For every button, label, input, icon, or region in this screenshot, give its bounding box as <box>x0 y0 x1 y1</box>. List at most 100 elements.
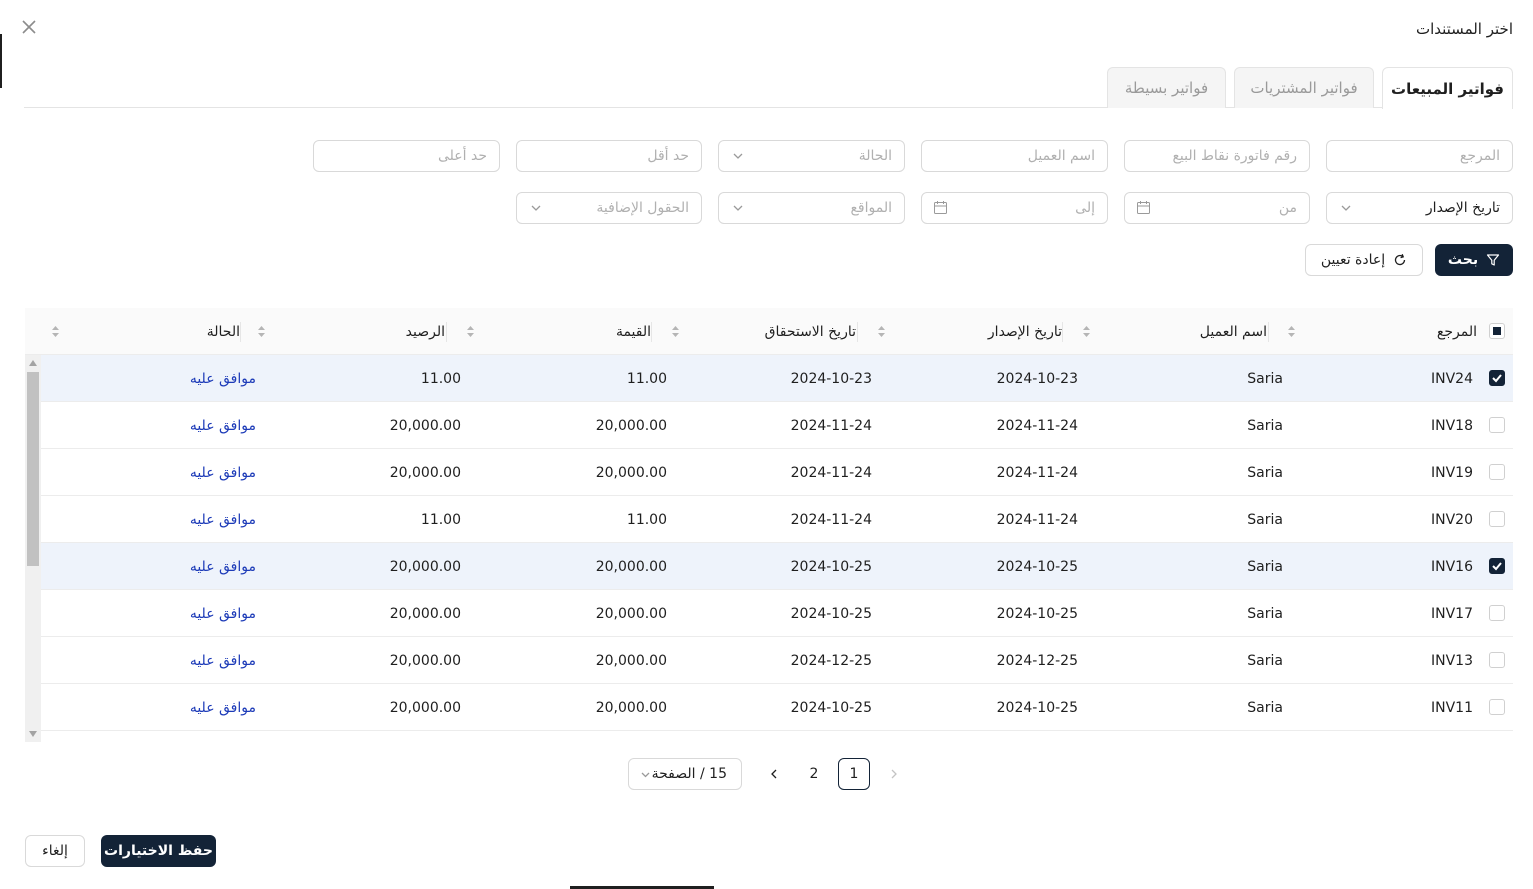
row-checkbox[interactable] <box>1489 558 1505 574</box>
scroll-down-icon[interactable] <box>29 731 37 737</box>
dialog-title: اختر المستندات <box>1415 20 1513 38</box>
select-all-checkbox[interactable] <box>1489 323 1505 339</box>
cell-amount: 20,000.00 <box>595 605 667 622</box>
reference-input[interactable]: المرجع <box>1326 140 1513 172</box>
scrollbar-thumb[interactable] <box>27 372 39 566</box>
column-separator <box>1268 308 1269 355</box>
row-checkbox[interactable] <box>1489 699 1505 715</box>
select-documents-dialog: اختر المستندات فواتير المبيعات فواتير ال… <box>0 0 1533 889</box>
column-separator <box>1062 308 1063 355</box>
cell-status-link[interactable]: موافق عليه <box>190 496 256 543</box>
customer-name-input[interactable]: اسم العميل <box>921 140 1108 172</box>
cancel-button[interactable]: إلغاء <box>25 835 85 867</box>
chevron-down-icon <box>531 205 541 211</box>
column-header-balance[interactable]: الرصيد <box>257 308 445 355</box>
refresh-icon <box>1395 253 1406 266</box>
cell-amount: 20,000.00 <box>595 699 667 716</box>
date-to-input[interactable]: إلى <box>921 192 1108 224</box>
table-row[interactable]: INV19 Saria 2024-11-24 2024-11-24 20,000… <box>41 449 1513 496</box>
cell-amount: 20,000.00 <box>595 417 667 434</box>
extra-fields-select[interactable]: الحقول الإضافية <box>516 192 702 224</box>
cell-amount: 11.00 <box>626 511 667 528</box>
cell-customer: Saria <box>1247 464 1283 481</box>
date-from-input[interactable]: من <box>1124 192 1310 224</box>
cell-issue-date: 2024-10-25 <box>996 605 1078 622</box>
cell-status-link[interactable]: موافق عليه <box>190 543 256 590</box>
cell-due-date: 2024-10-25 <box>790 605 872 622</box>
cell-status-link[interactable]: موافق عليه <box>190 449 256 496</box>
cell-customer: Saria <box>1247 605 1283 622</box>
table-row[interactable]: INV11 Saria 2024-10-25 2024-10-25 20,000… <box>41 684 1513 731</box>
cell-issue-date: 2024-11-24 <box>996 417 1078 434</box>
column-header-reference[interactable]: المرجع <box>1287 308 1477 355</box>
search-button[interactable]: بحث <box>1435 244 1513 276</box>
calendar-icon <box>934 201 947 214</box>
cell-status-link[interactable]: موافق عليه <box>190 402 256 449</box>
tab-sales-invoices[interactable]: فواتير المبيعات <box>1382 67 1513 109</box>
calendar-icon <box>1137 201 1150 214</box>
locations-select[interactable]: المواقع <box>718 192 905 224</box>
min-amount-input[interactable]: حد أقل <box>516 140 702 172</box>
table-row[interactable]: INV24 Saria 2024-10-23 2024-10-23 11.00 … <box>41 355 1513 402</box>
row-checkbox[interactable] <box>1489 652 1505 668</box>
row-checkbox[interactable] <box>1489 511 1505 527</box>
cell-issue-date: 2024-11-24 <box>996 464 1078 481</box>
pagination-page-1[interactable]: 1 <box>838 758 870 790</box>
date-from-placeholder: من <box>1278 200 1297 216</box>
pagination-next-icon[interactable] <box>768 768 780 780</box>
check-icon <box>1492 374 1502 383</box>
row-checkbox[interactable] <box>1489 605 1505 621</box>
locations-placeholder: المواقع <box>850 200 892 216</box>
column-header-issue-date[interactable]: تاريخ الإصدار <box>877 308 1062 355</box>
cell-status-link[interactable]: موافق عليه <box>190 590 256 637</box>
column-separator <box>240 308 241 355</box>
cell-status-link[interactable]: موافق عليه <box>190 355 256 402</box>
filter-icon <box>1486 254 1500 266</box>
date-type-select[interactable]: تاريخ الإصدار <box>1326 192 1513 224</box>
column-header-customer[interactable]: اسم العميل <box>1082 308 1267 355</box>
table-row[interactable]: INV13 Saria 2024-12-25 2024-12-25 20,000… <box>41 637 1513 684</box>
row-checkbox[interactable] <box>1489 370 1505 386</box>
column-header-due-date[interactable]: تاريخ الاستحقاق <box>671 308 856 355</box>
tab-purchase-invoices[interactable]: فواتير المشتريات <box>1234 67 1374 108</box>
table-row[interactable]: INV16 Saria 2024-10-25 2024-10-25 20,000… <box>41 543 1513 590</box>
reset-button[interactable]: إعادة تعيين <box>1305 244 1423 276</box>
cell-due-date: 2024-11-24 <box>790 511 872 528</box>
close-icon[interactable] <box>20 18 38 36</box>
table-row[interactable]: INV18 Saria 2024-11-24 2024-11-24 20,000… <box>41 402 1513 449</box>
page-size-select[interactable]: 15 / الصفحة <box>628 758 742 790</box>
column-header-amount[interactable]: القيمة <box>466 308 651 355</box>
sort-icon <box>672 326 679 337</box>
cell-status-link[interactable]: موافق عليه <box>190 684 256 731</box>
cell-balance: 11.00 <box>420 370 461 387</box>
cell-balance: 20,000.00 <box>389 558 461 575</box>
row-checkbox[interactable] <box>1489 417 1505 433</box>
check-icon <box>1492 562 1502 571</box>
cell-customer: Saria <box>1247 558 1283 575</box>
cell-balance: 20,000.00 <box>389 699 461 716</box>
row-checkbox[interactable] <box>1489 464 1505 480</box>
column-separator <box>857 308 858 355</box>
table-row[interactable]: INV20 Saria 2024-11-24 2024-11-24 11.00 … <box>41 496 1513 543</box>
save-selections-button[interactable]: حفظ الاختيارات <box>101 835 216 867</box>
tab-simple-invoices[interactable]: فواتير بسيطة <box>1107 67 1226 108</box>
cell-reference: INV17 <box>1431 605 1473 622</box>
table-scrollbar[interactable] <box>25 355 41 742</box>
pagination-page-2[interactable]: 2 <box>798 758 830 790</box>
extra-fields-placeholder: الحقول الإضافية <box>596 200 689 216</box>
cell-balance: 20,000.00 <box>389 464 461 481</box>
pos-invoice-number-input[interactable]: رقم فاتورة نقاط البيع <box>1124 140 1310 172</box>
cell-reference: INV16 <box>1431 558 1473 575</box>
status-select[interactable]: الحالة <box>718 140 905 172</box>
cell-status-link[interactable]: موافق عليه <box>190 637 256 684</box>
scroll-up-icon[interactable] <box>29 360 37 366</box>
chevron-down-icon <box>733 205 743 211</box>
max-amount-input[interactable]: حد أعلى <box>313 140 500 172</box>
sort-icon <box>467 326 474 337</box>
pagination-prev-icon[interactable] <box>888 768 900 780</box>
column-separator <box>651 308 652 355</box>
sort-icon <box>258 326 265 337</box>
column-header-status[interactable]: الحالة <box>51 308 240 355</box>
cell-due-date: 2024-10-25 <box>790 699 872 716</box>
table-row[interactable]: INV17 Saria 2024-10-25 2024-10-25 20,000… <box>41 590 1513 637</box>
